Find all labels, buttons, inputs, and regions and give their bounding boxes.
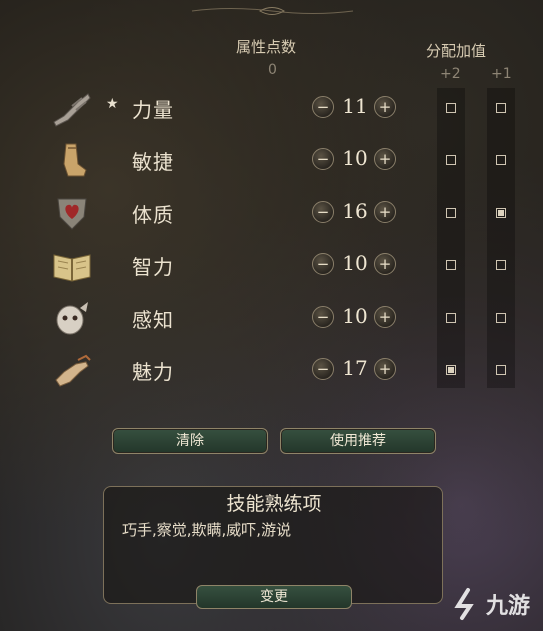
bonus-plus1-checkbox[interactable] (496, 207, 506, 218)
bonus-header: 分配加值 (426, 42, 487, 60)
decrease-button[interactable]: − (312, 96, 334, 118)
clear-button[interactable]: 清除 (112, 428, 268, 454)
ability-row: ★ 力量 −11 + (0, 84, 543, 136)
ability-row: 体质 −16 + (0, 189, 543, 241)
ability-name: 感知 (132, 307, 174, 332)
ability-name: 体质 (132, 202, 174, 227)
ability-name: 魅力 (132, 360, 174, 384)
skill-proficiency-list: 巧手,察觉,欺瞒,威吓,游说 (122, 521, 292, 539)
increase-button[interactable]: + (374, 96, 396, 118)
increase-button[interactable]: + (374, 358, 396, 380)
bonus-plus2-checkbox[interactable] (446, 207, 456, 218)
increase-button[interactable]: + (374, 305, 396, 328)
ability-score: 17 (342, 356, 368, 380)
decrease-button[interactable]: − (312, 200, 334, 223)
ability-score: 10 (342, 146, 368, 171)
boot-icon (50, 140, 94, 180)
gauntlet-icon (50, 88, 94, 128)
book-icon (50, 245, 94, 285)
ability-name: 敏捷 (132, 150, 174, 175)
bonus-plus2-checkbox[interactable] (446, 365, 456, 375)
use-recommended-button[interactable]: 使用推荐 (280, 428, 436, 454)
bonus-plus2-header: +2 (440, 66, 461, 82)
ability-row: 敏捷 −10 + (0, 136, 543, 188)
bonus-plus2-checkbox[interactable] (446, 103, 456, 113)
bonus-plus1-checkbox[interactable] (496, 312, 506, 323)
bonus-plus2-checkbox[interactable] (446, 260, 456, 271)
bonus-plus1-checkbox[interactable] (496, 103, 506, 113)
decrease-button[interactable]: − (312, 358, 334, 380)
ability-name: 力量 (132, 98, 174, 122)
decrease-button[interactable]: − (312, 305, 334, 328)
bonus-plus2-checkbox[interactable] (446, 312, 456, 323)
hand-icon (50, 350, 94, 390)
watermark-text: 九游 (486, 594, 531, 619)
top-ornament (191, 7, 354, 15)
ability-row: 感知 −10 + (0, 294, 543, 346)
ability-row: 魅力 −17 + (0, 346, 543, 398)
bonus-plus1-checkbox[interactable] (496, 365, 506, 375)
ability-row: 智力 −10 + (0, 241, 543, 293)
ability-score: 16 (342, 198, 368, 223)
primary-ability-star-icon: ★ (106, 96, 119, 112)
bonus-plus1-header: +1 (491, 66, 512, 82)
ability-score: 10 (342, 303, 368, 328)
ability-name: 智力 (132, 255, 174, 280)
bonus-plus2-checkbox[interactable] (446, 155, 456, 166)
bonus-plus1-checkbox[interactable] (496, 155, 506, 166)
decrease-button[interactable]: − (312, 148, 334, 171)
attribute-points-value: 0 (268, 62, 277, 78)
skill-proficiency-title: 技能熟练项 (226, 493, 322, 515)
change-button[interactable]: 变更 (196, 585, 352, 609)
ability-score: 10 (342, 251, 368, 276)
increase-button[interactable]: + (374, 148, 396, 171)
ability-score: 11 (342, 94, 368, 118)
increase-button[interactable]: + (374, 253, 396, 276)
attribute-points-label: 属性点数 (236, 38, 297, 56)
decrease-button[interactable]: − (312, 253, 334, 276)
owlbear-icon (50, 298, 94, 338)
bonus-plus1-checkbox[interactable] (496, 260, 506, 271)
increase-button[interactable]: + (374, 200, 396, 223)
shield-heart-icon (50, 193, 94, 233)
